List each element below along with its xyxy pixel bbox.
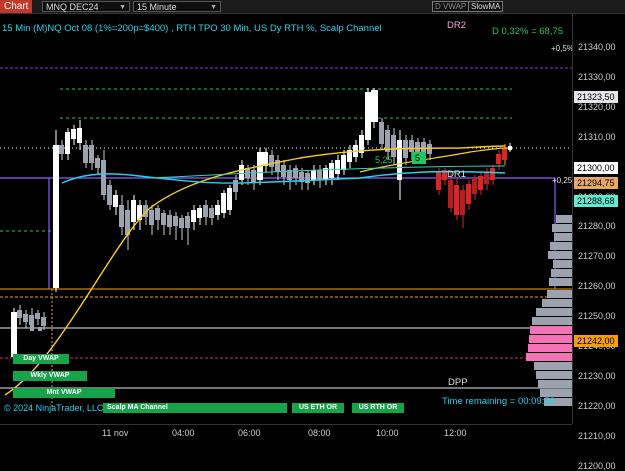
chevron-down-icon: ▼ (210, 4, 217, 11)
dr1-label: DR1 (447, 169, 467, 180)
pct-mid-label: +0,25 (552, 176, 573, 185)
candles (11, 88, 512, 360)
monthly-vwap-pill: Mnt VWAP (13, 388, 115, 398)
chevron-down-icon: ▼ (119, 4, 126, 11)
price-tag: 21288,68 (574, 195, 618, 208)
price-tick: 21260,00 (578, 281, 616, 292)
time-tick: 11 nov (102, 428, 129, 438)
price-tick: 21230,00 (578, 370, 616, 381)
day-vwap-pill: Day VWAP (13, 354, 69, 364)
price-tick: 21340,00 (578, 42, 616, 52)
price-tick: 21270,00 (578, 251, 616, 262)
interval-label: 15 Minute (137, 2, 177, 12)
time-tick: 04:00 (172, 428, 195, 438)
price-tick: 21210,00 (578, 430, 616, 441)
chart-canvas (0, 67, 572, 410)
chart-tab[interactable]: Chart (0, 0, 33, 13)
pct-top-label: +0,5% (551, 44, 574, 53)
price-tag: 21300,00 (574, 161, 618, 174)
slowma-button[interactable]: SlowMA (468, 1, 504, 12)
interval-selector[interactable]: 15 Minute ▼ (133, 1, 221, 12)
copyright-text: © 2024 NinjaTrader, LLC (4, 403, 104, 413)
time-tick: 10:00 (376, 428, 399, 438)
price-tag: 21323,50 (574, 91, 618, 104)
volume-profile (526, 215, 572, 406)
chart-toolbar: Chart MNQ DEC24 ▼ 15 Minute ▼ D VWAP Slo… (0, 0, 625, 14)
price-tick: 21330,00 (578, 71, 616, 82)
d-vwap-button[interactable]: D VWAP (432, 1, 470, 12)
instrument-label: MNQ DEC24 (46, 2, 99, 12)
time-tick: 08:00 (308, 428, 331, 438)
dr2-label: DR2 (447, 20, 467, 31)
dpp-label: DPP (448, 377, 468, 388)
price-tick: 21310,00 (578, 131, 616, 142)
daily-change-label: D 0,32% = 68,75 (492, 26, 564, 37)
range-value-label: 5,25 (375, 155, 393, 165)
price-tick: 21200,00 (578, 460, 616, 471)
price-tick: 21280,00 (578, 221, 616, 232)
time-tick: 12:00 (444, 428, 467, 438)
scalp-ma-channel-pill: Scalp MA Channel (103, 403, 287, 413)
price-tick: 21220,00 (578, 400, 616, 411)
price-tag: 21294,75 (574, 177, 618, 190)
green-box-label: 5 (415, 153, 421, 163)
us-rth-or-pill: US RTH OR (352, 403, 404, 413)
weekly-vwap-pill: Wkly VWAP (13, 371, 87, 381)
time-tick: 06:00 (238, 428, 261, 438)
price-chart[interactable] (0, 14, 572, 424)
instrument-selector[interactable]: MNQ DEC24 ▼ (42, 1, 130, 12)
time-axis[interactable]: 11 nov 04:00 06:00 08:00 10:00 12:00 (0, 424, 572, 443)
us-eth-or-pill: US ETH OR (292, 403, 344, 413)
price-tag: 21242,00 (574, 335, 618, 348)
price-tick: 21250,00 (578, 311, 616, 322)
time-remaining: Time remaining = 00:09:58 (442, 396, 555, 407)
chart-title: 15 Min (M)NQ Oct 08 (1%=200p=$400) , RTH… (2, 23, 382, 34)
